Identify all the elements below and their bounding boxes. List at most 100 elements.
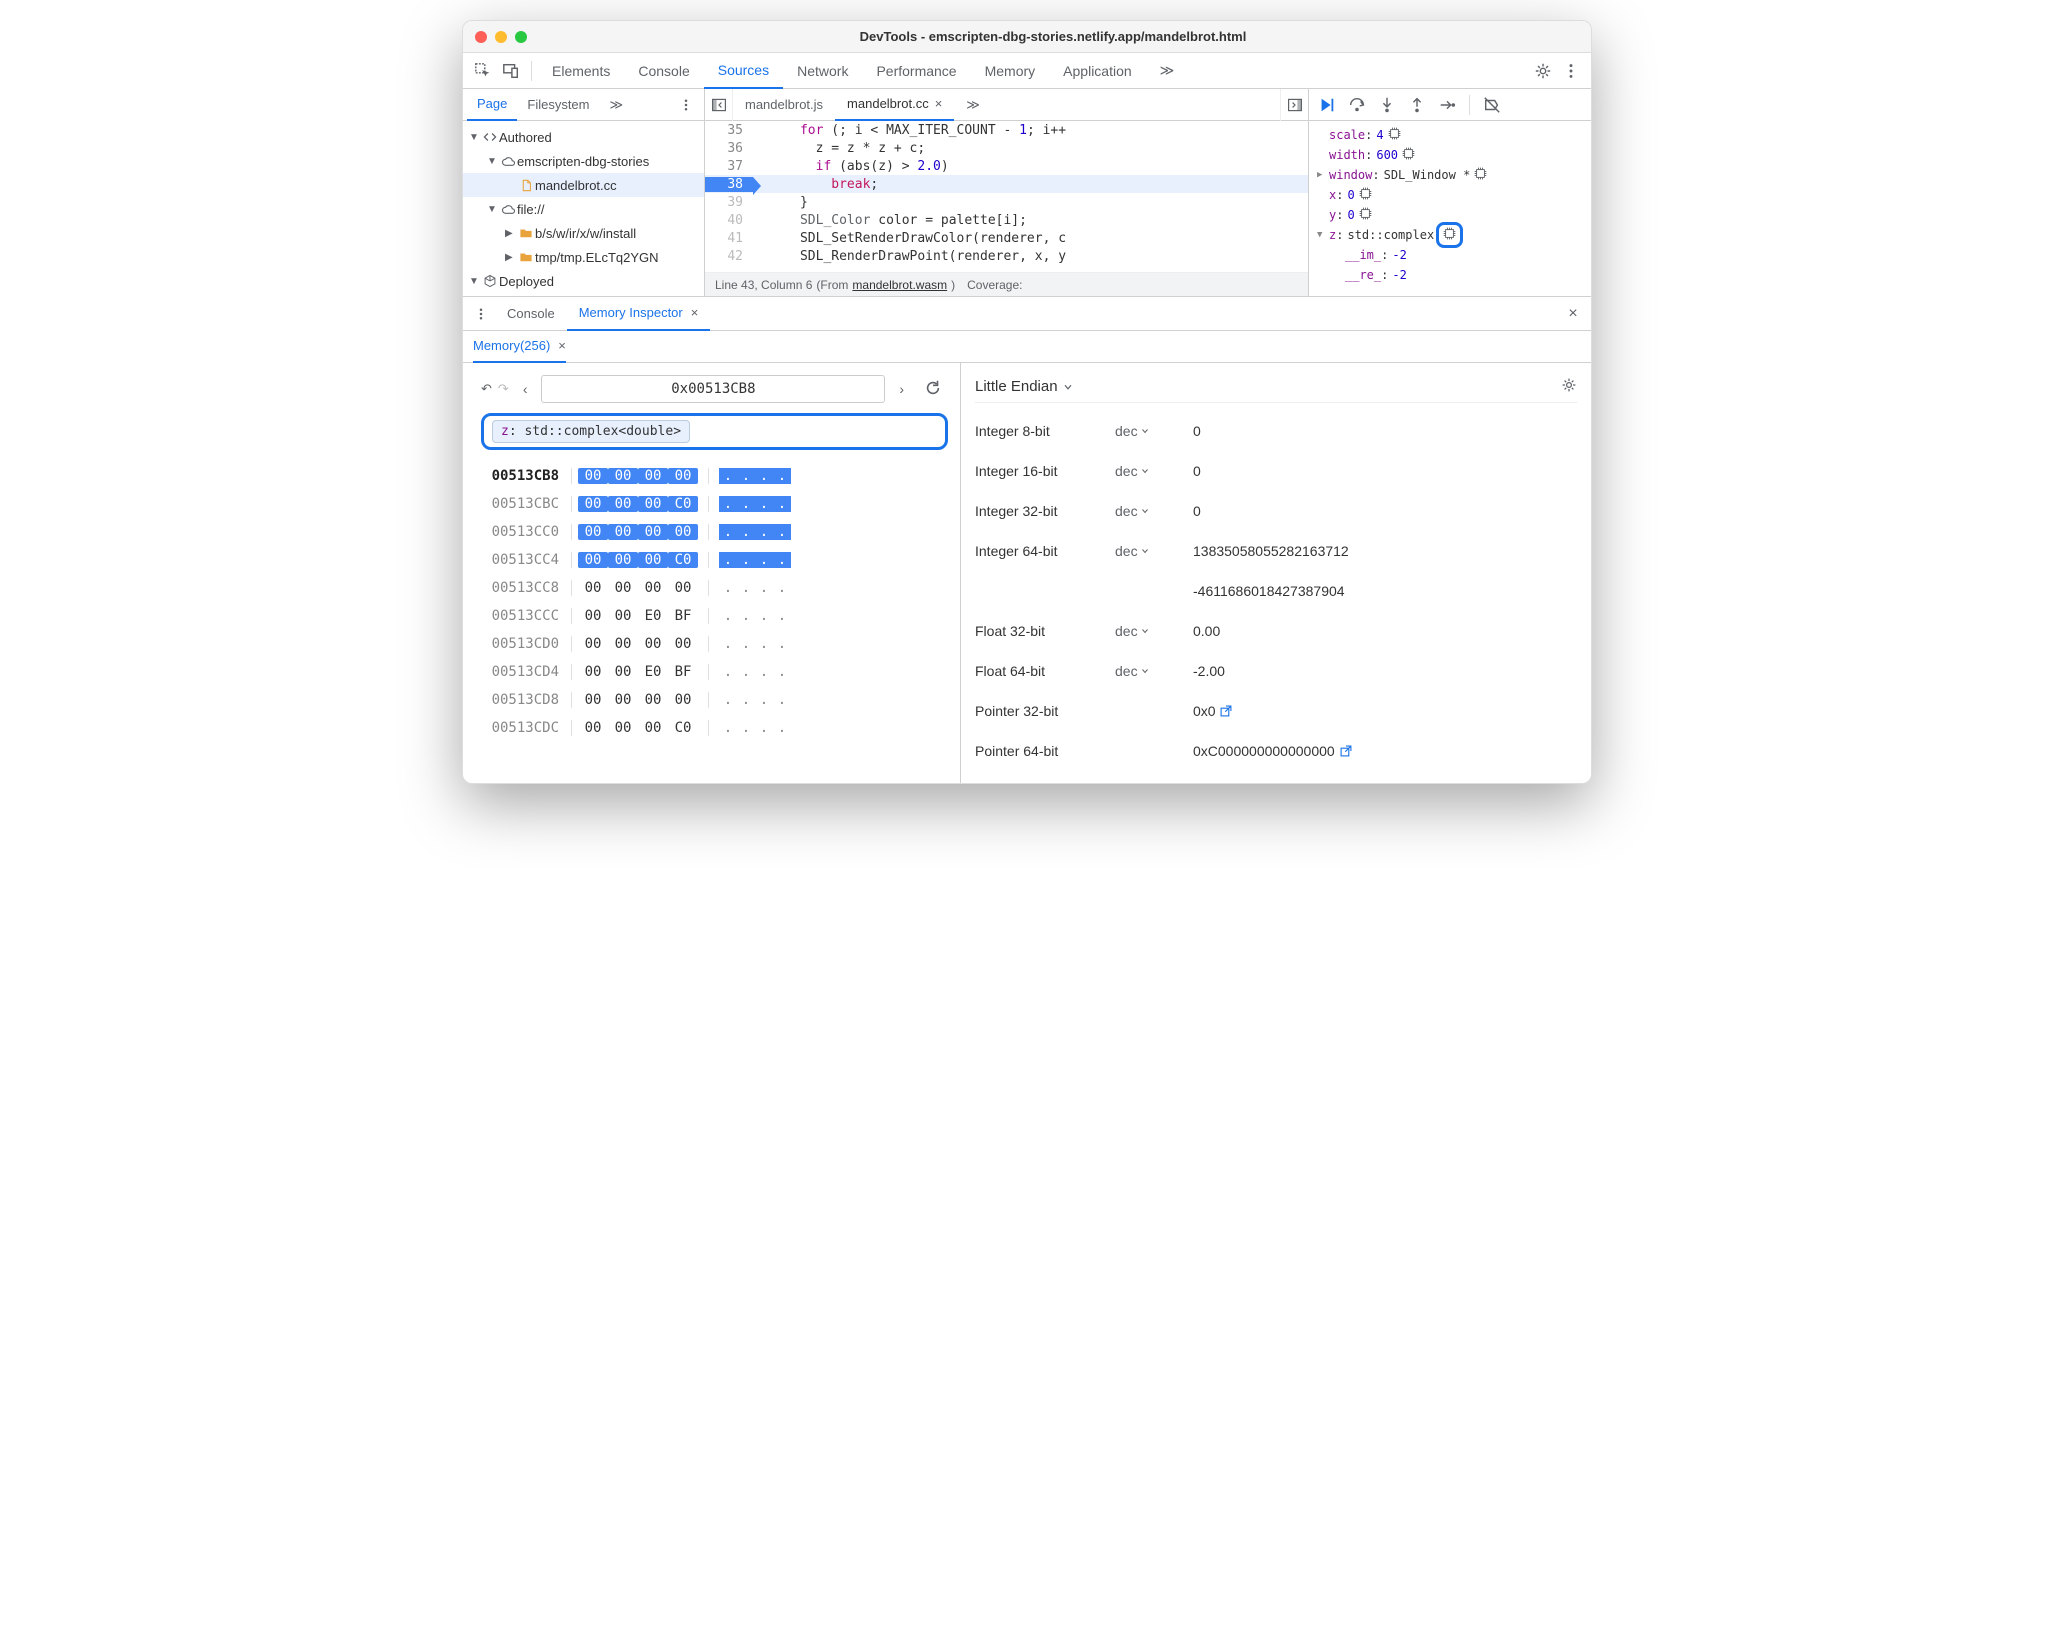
tree-item[interactable]: ▼emscripten-dbg-stories xyxy=(463,149,704,173)
device-toolbar-icon[interactable] xyxy=(497,57,525,85)
scope-variable[interactable]: x: 0 xyxy=(1317,185,1583,205)
hex-row[interactable]: 00513CC800000000.... xyxy=(481,574,948,602)
step-icon[interactable] xyxy=(1433,91,1461,119)
tree-item[interactable]: ▶tmp/tmp.ELcTq2YGN xyxy=(463,245,704,269)
hex-row[interactable]: 00513CBC000000C0.... xyxy=(481,490,948,518)
deactivate-breakpoints-icon[interactable] xyxy=(1478,91,1506,119)
hex-row[interactable]: 00513CD40000E0BF.... xyxy=(481,658,948,686)
drawer-tab[interactable]: Console xyxy=(495,297,567,331)
nav-tab-filesystem[interactable]: Filesystem xyxy=(517,89,599,121)
reveal-in-memory-icon[interactable] xyxy=(1359,207,1372,223)
tab-application[interactable]: Application xyxy=(1049,53,1146,89)
window-title: DevTools - emscripten-dbg-stories.netlif… xyxy=(527,29,1579,44)
kebab-menu-icon[interactable] xyxy=(1557,57,1585,85)
step-out-icon[interactable] xyxy=(1403,91,1431,119)
hex-row[interactable]: 00513CD000000000.... xyxy=(481,630,948,658)
format-selector[interactable]: dec xyxy=(1115,543,1193,559)
navigator-overflow-icon[interactable]: ≫ xyxy=(600,89,634,121)
scope-variable[interactable]: width: 600 xyxy=(1317,145,1583,165)
drawer-tab[interactable]: Memory Inspector× xyxy=(567,297,711,331)
format-selector[interactable]: dec xyxy=(1115,503,1193,519)
drawer-kebab-icon[interactable] xyxy=(467,300,495,328)
code-line[interactable]: 39 } xyxy=(705,193,1308,211)
endian-selector[interactable]: Little Endian xyxy=(975,371,1577,403)
reveal-in-memory-icon[interactable] xyxy=(1388,127,1401,143)
hex-row[interactable]: 00513CD800000000.... xyxy=(481,686,948,714)
undo-icon[interactable]: ↶ xyxy=(481,381,492,397)
tab-network[interactable]: Network xyxy=(783,53,862,89)
scope-variables[interactable]: scale: 4width: 600▶window: SDL_Window *x… xyxy=(1309,121,1591,296)
external-link-icon[interactable] xyxy=(1219,703,1233,719)
step-over-icon[interactable] xyxy=(1343,91,1371,119)
editor-tab[interactable]: mandelbrot.js xyxy=(733,89,835,121)
settings-gear-icon[interactable] xyxy=(1529,57,1557,85)
zoom-window-icon[interactable] xyxy=(515,31,527,43)
format-selector[interactable]: dec xyxy=(1115,463,1193,479)
next-page-icon[interactable]: › xyxy=(893,381,910,397)
code-line[interactable]: 40 SDL_Color color = palette[i]; xyxy=(705,211,1308,229)
code-line[interactable]: 35 for (; i < MAX_ITER_COUNT - 1; i++ xyxy=(705,121,1308,139)
toggle-debugger-icon[interactable] xyxy=(1280,89,1308,121)
minimize-window-icon[interactable] xyxy=(495,31,507,43)
format-selector[interactable]: dec xyxy=(1115,623,1193,639)
address-input[interactable]: 0x00513CB8 xyxy=(541,375,885,403)
code-line[interactable]: 42 SDL_RenderDrawPoint(renderer, x, y xyxy=(705,247,1308,265)
nav-tab-page[interactable]: Page xyxy=(467,89,517,121)
editor-tab[interactable]: mandelbrot.cc× xyxy=(835,89,954,121)
navigator-kebab-icon[interactable] xyxy=(672,91,700,119)
reveal-in-memory-icon[interactable] xyxy=(1359,187,1372,203)
redo-icon[interactable]: ↷ xyxy=(498,381,509,397)
hex-row[interactable]: 00513CDC000000C0.... xyxy=(481,714,948,742)
editor-tabs-overflow-icon[interactable]: ≫ xyxy=(954,89,992,121)
object-highlight-chip[interactable]: z: std::complex<double> xyxy=(481,413,948,450)
tree-item[interactable]: ▼Authored xyxy=(463,125,704,149)
hex-row[interactable]: 00513CCC0000E0BF.... xyxy=(481,602,948,630)
tab-sources[interactable]: Sources xyxy=(704,53,783,89)
tab-memory[interactable]: Memory xyxy=(971,53,1050,89)
step-into-icon[interactable] xyxy=(1373,91,1401,119)
format-selector[interactable]: dec xyxy=(1115,423,1193,439)
file-tree[interactable]: ▼Authored▼emscripten-dbg-storiesmandelbr… xyxy=(463,121,704,296)
close-drawer-icon[interactable]: × xyxy=(1559,305,1587,323)
tree-item[interactable]: mandelbrot.cc xyxy=(463,173,704,197)
reveal-in-memory-icon[interactable] xyxy=(1402,147,1415,163)
scope-variable[interactable]: __im_: -2 xyxy=(1317,245,1583,265)
code-line[interactable]: 38 break; xyxy=(705,175,1308,193)
reveal-in-memory-icon[interactable] xyxy=(1436,222,1463,248)
source-map-link[interactable]: mandelbrot.wasm xyxy=(852,278,947,292)
format-selector[interactable]: dec xyxy=(1115,663,1193,679)
tab-console[interactable]: Console xyxy=(624,53,703,89)
close-memory-tab-icon[interactable]: × xyxy=(558,338,566,353)
toggle-navigator-icon[interactable] xyxy=(705,89,733,121)
hex-row[interactable]: 00513CC4000000C0.... xyxy=(481,546,948,574)
prev-page-icon[interactable]: ‹ xyxy=(517,381,534,397)
hex-row[interactable]: 00513CC000000000.... xyxy=(481,518,948,546)
hex-table[interactable]: 00513CB800000000....00513CBC000000C0....… xyxy=(481,462,948,742)
hex-row[interactable]: 00513CB800000000.... xyxy=(481,462,948,490)
code-editor[interactable]: 35 for (; i < MAX_ITER_COUNT - 1; i++36 … xyxy=(705,121,1308,272)
tree-item[interactable]: ▼Deployed xyxy=(463,269,704,293)
external-link-icon[interactable] xyxy=(1339,743,1353,759)
tree-item[interactable]: ▼file:// xyxy=(463,197,704,221)
reveal-in-memory-icon[interactable] xyxy=(1474,167,1487,183)
inspect-element-icon[interactable] xyxy=(469,57,497,85)
tree-item[interactable]: ▶b/s/w/ir/x/w/install xyxy=(463,221,704,245)
tab-performance[interactable]: Performance xyxy=(862,53,970,89)
resume-icon[interactable] xyxy=(1313,91,1341,119)
code-line[interactable]: 37 if (abs(z) > 2.0) xyxy=(705,157,1308,175)
close-tab-icon[interactable]: × xyxy=(935,96,943,111)
tabs-overflow-icon[interactable]: ≫ xyxy=(1146,53,1189,89)
tab-elements[interactable]: Elements xyxy=(538,53,624,89)
code-line[interactable]: 36 z = z * z + c; xyxy=(705,139,1308,157)
refresh-icon[interactable] xyxy=(918,379,948,400)
scope-variable[interactable]: scale: 4 xyxy=(1317,125,1583,145)
scope-variable[interactable]: ▼z: std::complex xyxy=(1317,225,1583,245)
value-settings-icon[interactable] xyxy=(1561,377,1577,396)
code-line[interactable]: 41 SDL_SetRenderDrawColor(renderer, c xyxy=(705,229,1308,247)
scope-variable[interactable]: __re_: -2 xyxy=(1317,265,1583,285)
memory-tab[interactable]: Memory(256) × xyxy=(473,331,566,363)
close-tab-icon[interactable]: × xyxy=(691,305,699,320)
close-window-icon[interactable] xyxy=(475,31,487,43)
traffic-lights[interactable] xyxy=(475,31,527,43)
scope-variable[interactable]: ▶window: SDL_Window * xyxy=(1317,165,1583,185)
